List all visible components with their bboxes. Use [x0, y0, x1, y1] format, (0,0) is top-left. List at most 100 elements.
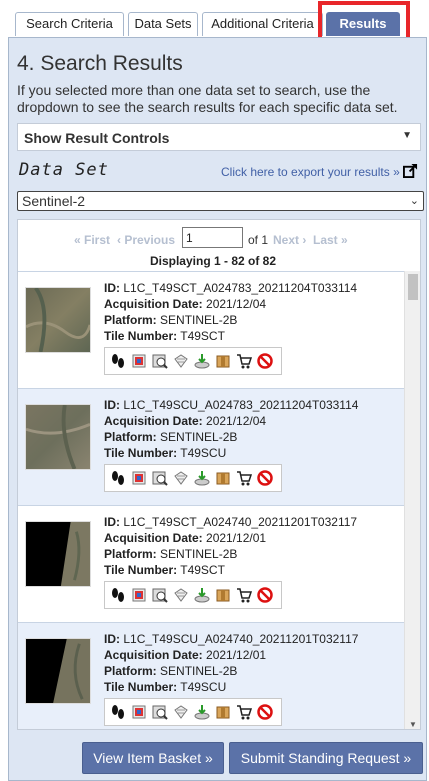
metadata-icon[interactable] — [173, 704, 189, 720]
tab-bar: Search Criteria Data Sets Additional Cri… — [0, 0, 429, 45]
result-actions — [104, 464, 282, 492]
result-info: ID: L1C_T49SCT_A024783_20211204T033114 A… — [104, 280, 357, 344]
acq-label: Acquisition Date: — [104, 531, 203, 545]
scene-thumbnail[interactable] — [25, 404, 91, 470]
id-label: ID: — [104, 632, 120, 646]
results-scrollbar[interactable]: ▼ — [404, 271, 420, 729]
bulk-download-icon[interactable] — [215, 587, 231, 603]
result-actions — [104, 581, 282, 609]
bulk-download-icon[interactable] — [215, 353, 231, 369]
result-actions — [104, 698, 282, 726]
pager-total: of 1 — [248, 233, 269, 247]
pager-previous[interactable]: ‹ Previous — [117, 233, 175, 247]
metadata-icon[interactable] — [173, 587, 189, 603]
compare-browse-icon[interactable] — [152, 353, 168, 369]
compare-browse-icon[interactable] — [152, 587, 168, 603]
platform-label: Platform: — [104, 664, 157, 678]
result-tile: T49SCU — [180, 680, 227, 694]
result-id: L1C_T49SCU_A024783_20211204T033114 — [123, 398, 359, 412]
cart-icon[interactable] — [236, 587, 252, 603]
result-platform: SENTINEL-2B — [160, 547, 238, 561]
tab-search-criteria[interactable]: Search Criteria — [15, 12, 124, 36]
tile-label: Tile Number: — [104, 446, 178, 460]
external-link-icon[interactable] — [403, 163, 418, 178]
metadata-icon[interactable] — [173, 470, 189, 486]
download-icon[interactable] — [194, 470, 210, 486]
download-icon[interactable] — [194, 587, 210, 603]
result-info: ID: L1C_T49SCU_A024783_20211204T033114 A… — [104, 397, 358, 461]
result-row: ID: L1C_T49SCU_A024783_20211204T033114 A… — [18, 388, 406, 505]
caret-down-icon: ▼ — [402, 130, 412, 141]
pager: « First ‹ Previous of 1 Next › Last » — [18, 226, 408, 250]
dataset-select[interactable]: Sentinel-2 ⌄ — [17, 191, 424, 211]
platform-label: Platform: — [104, 313, 157, 327]
cart-icon[interactable] — [236, 704, 252, 720]
platform-label: Platform: — [104, 547, 157, 561]
results-panel: 4. Search Results If you selected more t… — [8, 37, 427, 781]
result-row: ID: L1C_T49SCT_A024783_20211204T033114 A… — [18, 271, 406, 388]
cart-icon[interactable] — [236, 470, 252, 486]
dataset-label: Data Set — [19, 160, 109, 180]
chevron-down-icon: ⌄ — [409, 195, 419, 207]
bulk-download-icon[interactable] — [215, 704, 231, 720]
result-tile: T49SCT — [180, 563, 225, 577]
pager-last[interactable]: Last » — [313, 233, 348, 247]
browse-overlay-icon[interactable] — [131, 353, 147, 369]
acq-label: Acquisition Date: — [104, 648, 203, 662]
scroll-down-icon[interactable]: ▼ — [409, 720, 417, 729]
tile-label: Tile Number: — [104, 680, 178, 694]
metadata-icon[interactable] — [173, 353, 189, 369]
result-id: L1C_T49SCT_A024783_20211204T033114 — [123, 281, 358, 295]
browse-overlay-icon[interactable] — [131, 470, 147, 486]
tile-label: Tile Number: — [104, 329, 178, 343]
scene-thumbnail[interactable] — [25, 287, 91, 353]
acq-label: Acquisition Date: — [104, 414, 203, 428]
page-number-input[interactable] — [182, 227, 243, 248]
bulk-download-icon[interactable] — [215, 470, 231, 486]
id-label: ID: — [104, 515, 120, 529]
result-count: Displaying 1 - 82 of 82 — [149, 254, 277, 268]
tile-label: Tile Number: — [104, 563, 178, 577]
result-actions — [104, 347, 282, 375]
exclude-icon[interactable] — [257, 470, 273, 486]
result-info: ID: L1C_T49SCU_A024740_20211201T032117 A… — [104, 631, 358, 695]
exclude-icon[interactable] — [257, 587, 273, 603]
result-platform: SENTINEL-2B — [160, 664, 238, 678]
result-controls-label: Show Result Controls — [24, 130, 170, 146]
compare-browse-icon[interactable] — [152, 704, 168, 720]
result-info: ID: L1C_T49SCT_A024740_20211201T032117 A… — [104, 514, 357, 578]
submit-standing-request-button[interactable]: Submit Standing Request » — [229, 742, 423, 774]
footprint-icon[interactable] — [110, 470, 126, 486]
tab-data-sets[interactable]: Data Sets — [128, 12, 198, 36]
cart-icon[interactable] — [236, 353, 252, 369]
scene-thumbnail[interactable] — [25, 521, 91, 587]
browse-overlay-icon[interactable] — [131, 587, 147, 603]
result-date: 2021/12/01 — [206, 648, 267, 662]
pager-next[interactable]: Next › — [273, 233, 306, 247]
result-controls-toggle[interactable]: Show Result Controls ▼ — [17, 123, 421, 151]
exclude-icon[interactable] — [257, 353, 273, 369]
scrollbar-thumb[interactable] — [408, 274, 418, 300]
result-row: ID: L1C_T49SCU_A024740_20211201T032117 A… — [18, 622, 406, 729]
browse-overlay-icon[interactable] — [131, 704, 147, 720]
tab-additional-criteria[interactable]: Additional Criteria — [202, 12, 323, 36]
footprint-icon[interactable] — [110, 587, 126, 603]
result-platform: SENTINEL-2B — [160, 430, 238, 444]
view-item-basket-button[interactable]: View Item Basket » — [82, 742, 224, 774]
exclude-icon[interactable] — [257, 704, 273, 720]
result-tile: T49SCU — [180, 446, 227, 460]
result-date: 2021/12/01 — [206, 531, 267, 545]
download-icon[interactable] — [194, 704, 210, 720]
scene-thumbnail[interactable] — [25, 638, 91, 704]
result-date: 2021/12/04 — [206, 414, 267, 428]
result-row: ID: L1C_T49SCT_A024740_20211201T032117 A… — [18, 505, 406, 622]
result-id: L1C_T49SCU_A024740_20211201T032117 — [123, 632, 359, 646]
footprint-icon[interactable] — [110, 353, 126, 369]
compare-browse-icon[interactable] — [152, 470, 168, 486]
download-icon[interactable] — [194, 353, 210, 369]
pager-first[interactable]: « First — [74, 233, 110, 247]
footprint-icon[interactable] — [110, 704, 126, 720]
export-results-link[interactable]: Click here to export your results » — [221, 165, 400, 179]
result-date: 2021/12/04 — [206, 297, 267, 311]
intro-text: If you selected more than one data set t… — [17, 82, 398, 115]
